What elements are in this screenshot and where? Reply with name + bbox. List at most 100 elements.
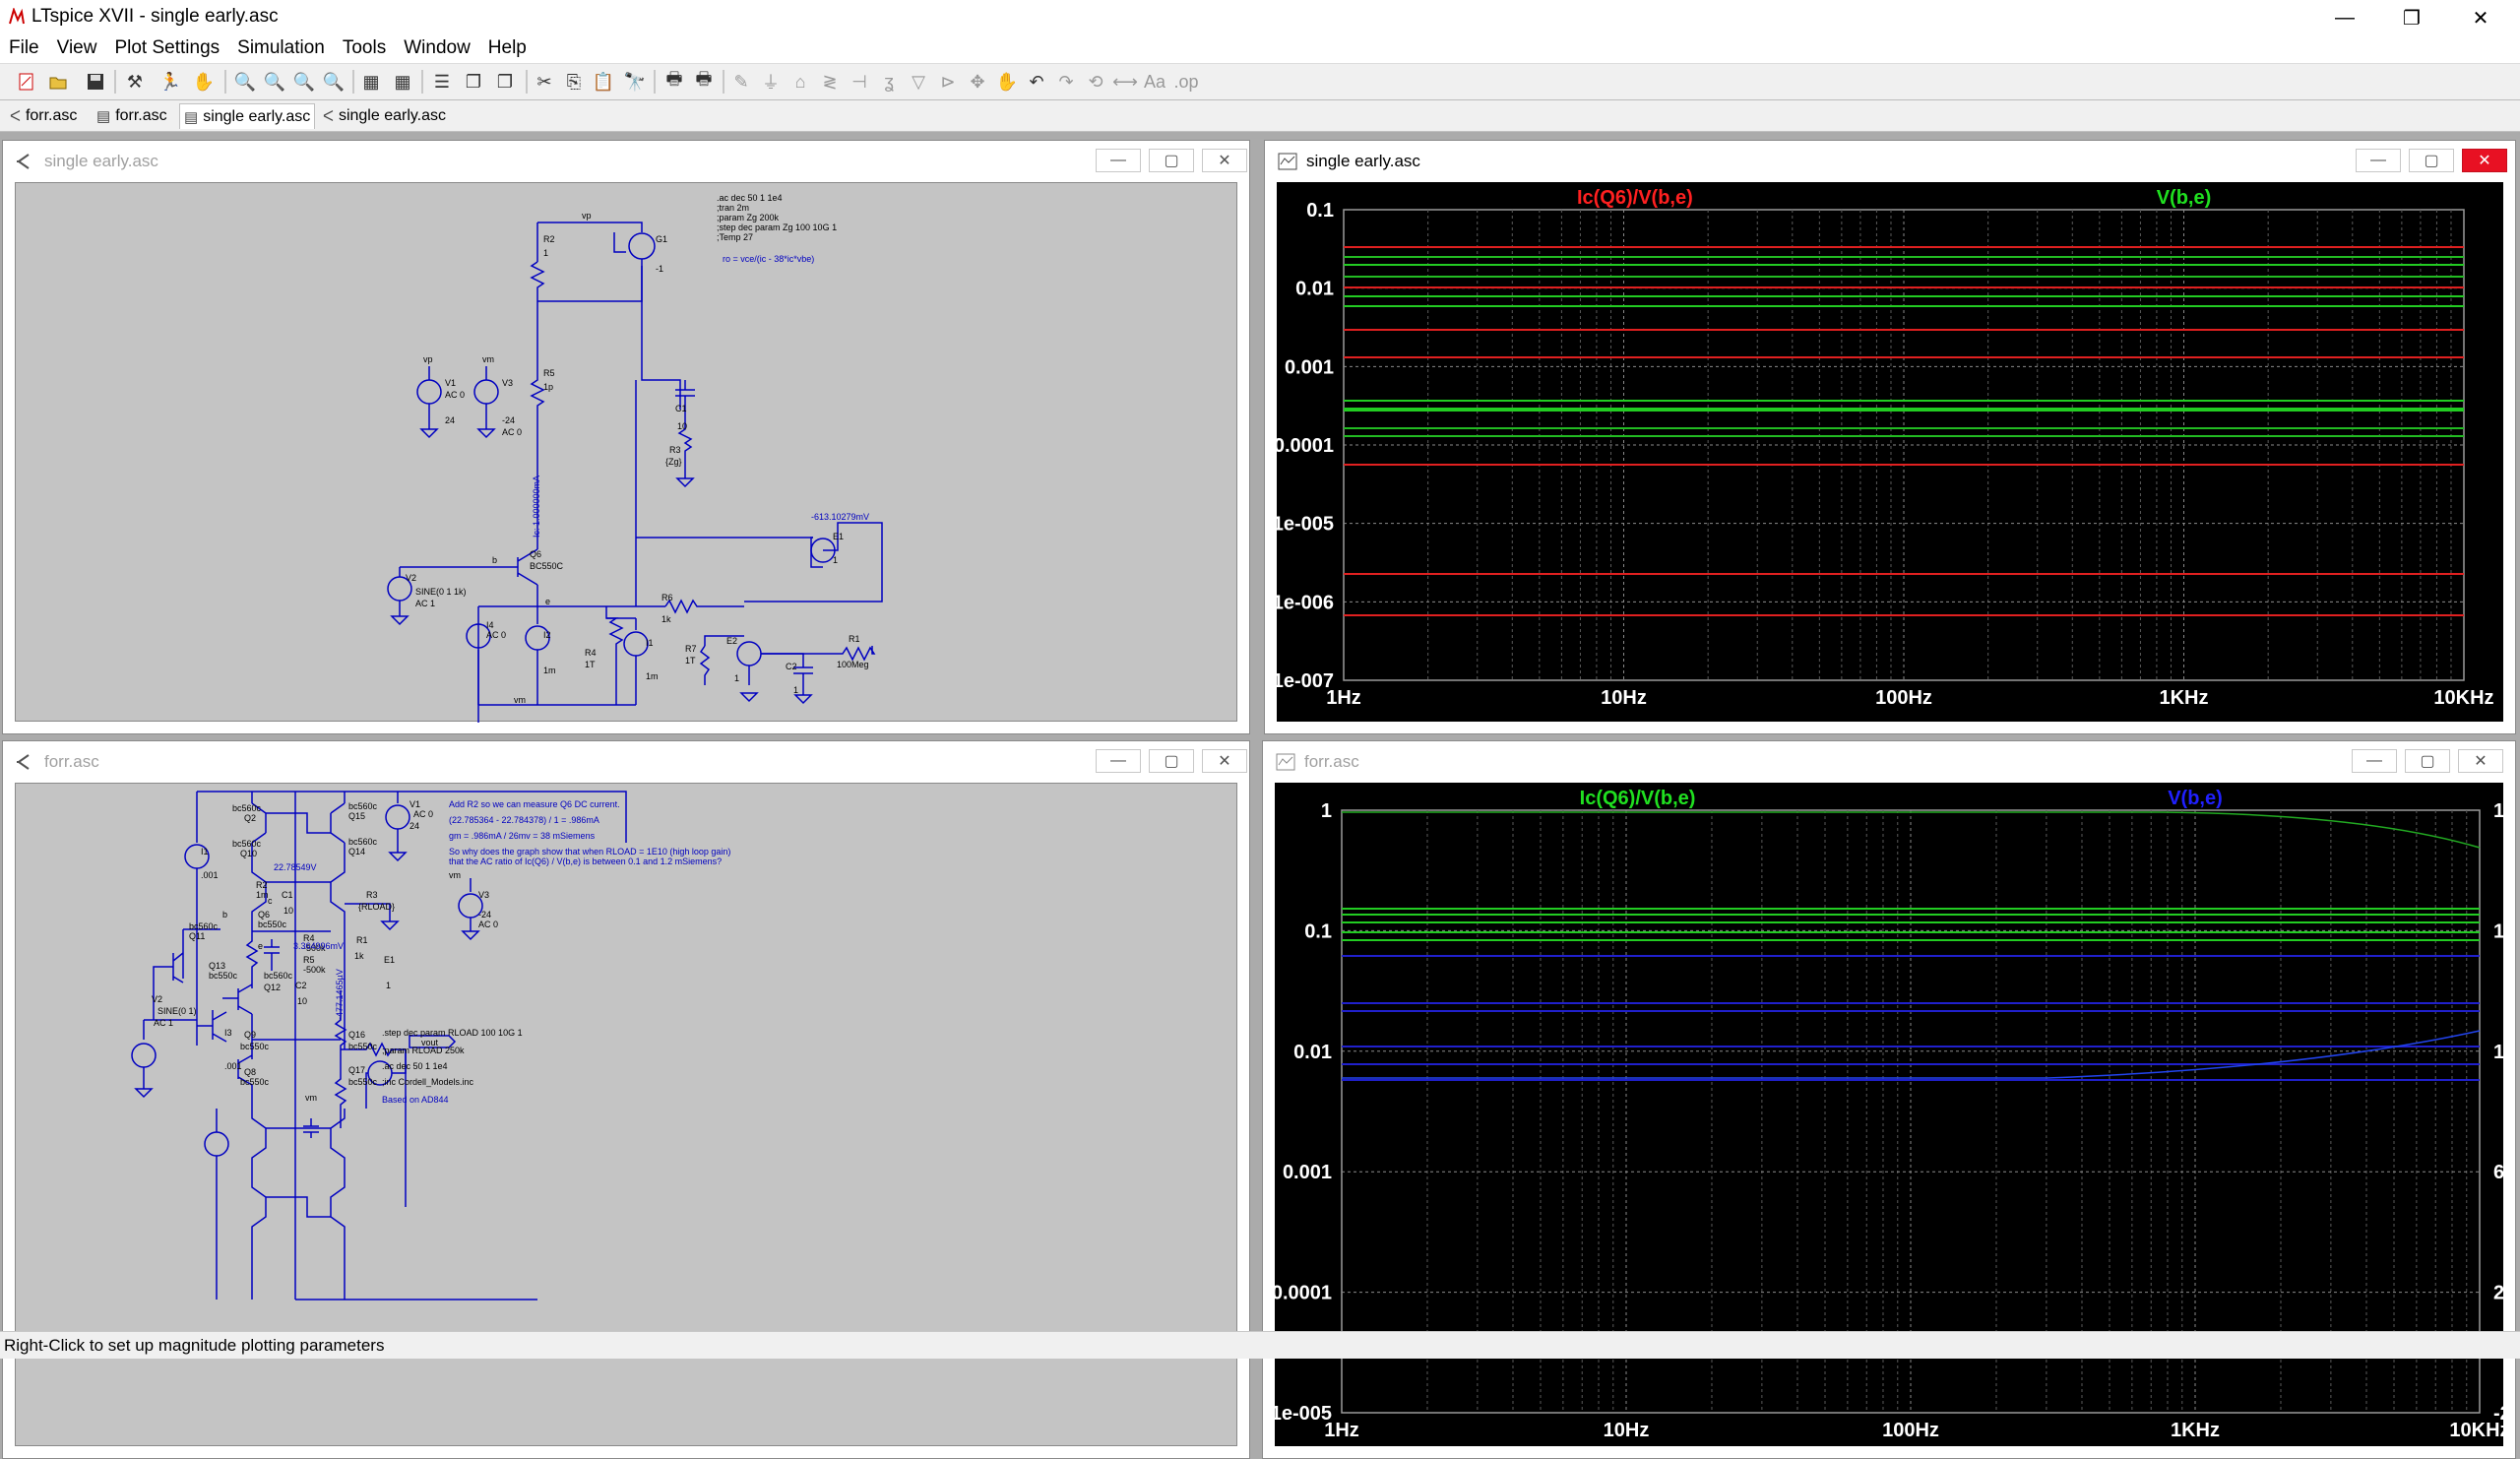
component-value: 1T — [685, 656, 696, 666]
component-value: 24 — [410, 821, 419, 831]
zoom-out-icon[interactable]: 🔍 — [291, 69, 317, 95]
window-maximize-button[interactable]: ▢ — [1149, 149, 1194, 172]
zoom-in-icon[interactable]: 🔍 — [232, 69, 258, 95]
window-close-button[interactable]: ✕ — [1202, 149, 1247, 172]
save-icon[interactable] — [83, 69, 108, 95]
menu-window[interactable]: Window — [395, 35, 479, 63]
schematic-drawing[interactable]: .ac dec 50 1 1e4 ;tran 2m ;param Zg 200k… — [16, 183, 1238, 774]
paste-icon[interactable]: 📋 — [591, 69, 616, 95]
minimize-button[interactable]: — — [2311, 0, 2378, 35]
component-ref: I2 — [543, 630, 551, 640]
expression-note: ro = vce/(ic - 38*ic*vbe) — [723, 254, 814, 264]
new-schematic-icon[interactable] — [14, 69, 39, 95]
window-maximize-button[interactable]: ▢ — [2405, 749, 2450, 773]
window-maximize-button[interactable]: ▢ — [1149, 749, 1194, 773]
component-ref: C2 — [295, 981, 307, 990]
window-minimize-button[interactable]: — — [2352, 749, 2397, 773]
window-minimize-button[interactable]: — — [2356, 149, 2401, 172]
wire-icon[interactable]: ✎ — [728, 69, 754, 95]
rotate-icon[interactable]: ⟲ — [1083, 69, 1108, 95]
menu-plot-settings[interactable]: Plot Settings — [105, 35, 228, 63]
trace-label-1[interactable]: Ic(Q6)/V(b,e) — [1580, 788, 1696, 809]
component-ref: Q16 — [348, 1030, 365, 1040]
tab-label: forr.asc — [115, 107, 167, 124]
title-bar: LTspice XVII - single early.asc — ❐ ✕ — [0, 0, 2520, 35]
text-icon[interactable]: Aa — [1142, 69, 1167, 95]
copy-icon[interactable]: ⎘ — [561, 69, 587, 95]
spice-directive-icon[interactable]: .op — [1173, 69, 1199, 95]
window-close-button[interactable]: ✕ — [1202, 749, 1247, 773]
component-ref: Q6 — [258, 910, 270, 920]
tile-horizontal-icon[interactable]: ☰ — [429, 69, 455, 95]
x-tick-label: 100Hz — [1875, 687, 1932, 709]
run-icon[interactable]: 🏃 — [158, 69, 183, 95]
window-maximize-button[interactable]: ▢ — [2409, 149, 2454, 172]
cut-icon[interactable]: ✂ — [532, 69, 557, 95]
window-titlebar[interactable]: forr.asc — ▢ ✕ — [3, 741, 1249, 783]
resistor-icon[interactable]: ≷ — [817, 69, 843, 95]
directive-line: ;param RLOAD 250k — [382, 1046, 465, 1055]
net-label: c — [268, 896, 273, 906]
window-close-button[interactable]: ✕ — [2458, 749, 2503, 773]
window-titlebar[interactable]: forr.asc — ▢ ✕ — [1263, 741, 2515, 783]
trace-label-2[interactable]: V(b,e) — [2168, 788, 2223, 809]
maximize-button[interactable]: ❐ — [2378, 0, 2445, 35]
halt-icon[interactable]: ✋ — [191, 69, 217, 95]
net-label: vm — [482, 354, 494, 364]
plot-pane[interactable]: 0.1 0.01 0.001 0.0001 1e-005 1e-006 1e-007 1Hz 1… — [1273, 182, 2505, 722]
menu-help[interactable]: Help — [479, 35, 536, 63]
component-value: bc550c — [258, 920, 287, 929]
x-tick-label: 10KHz — [2433, 687, 2493, 709]
mirror-icon[interactable]: ⟷ — [1112, 69, 1138, 95]
drag-icon[interactable]: ✋ — [994, 69, 1020, 95]
component-value: 10 — [677, 421, 687, 431]
redo-icon[interactable]: ↷ — [1053, 69, 1079, 95]
waveform-icon — [1276, 753, 1295, 771]
toolbar-separator — [421, 70, 423, 94]
tab-single-early-waveform[interactable]: ▤ single early.asc — [179, 103, 316, 129]
component-ref: I4 — [486, 620, 494, 630]
x-tick-label: 1KHz — [2171, 1420, 2220, 1441]
trace-label-2[interactable]: V(b,e) — [2157, 187, 2212, 209]
trace-label-1[interactable]: Ic(Q6)/V(b,e) — [1577, 187, 1693, 209]
y-tick-label: 0.1 — [1304, 920, 1332, 942]
window-close-button[interactable]: ✕ — [2462, 149, 2507, 172]
component-value: 1 — [543, 248, 548, 258]
open-folder-icon[interactable] — [45, 69, 71, 95]
window-titlebar[interactable]: single early.asc — ▢ ✕ — [1265, 141, 2515, 182]
component-value: 1 — [833, 555, 838, 565]
label-net-icon[interactable]: ⌂ — [788, 69, 813, 95]
capacitor-icon[interactable]: ⊣ — [847, 69, 872, 95]
menu-view[interactable]: View — [48, 35, 106, 63]
tab-forr-schematic[interactable]: ᐸ forr.asc — [6, 103, 81, 129]
print-icon[interactable]: 🖶 — [662, 69, 687, 95]
tab-forr-waveform[interactable]: ▤ forr.asc — [93, 103, 171, 129]
diode-icon[interactable]: ▽ — [906, 69, 931, 95]
find-icon[interactable]: 🔭 — [622, 69, 648, 95]
ground-icon[interactable]: ⏚ — [758, 69, 784, 95]
zoom-fit-icon[interactable]: 🔍 — [321, 69, 346, 95]
autorange-icon[interactable]: ▦ — [358, 69, 384, 95]
window-titlebar[interactable]: single early.asc — ▢ ✕ — [3, 141, 1249, 182]
close-button[interactable]: ✕ — [2447, 0, 2514, 35]
component-value: 100Meg — [837, 660, 869, 669]
window-minimize-button[interactable]: — — [1096, 149, 1141, 172]
grid-icon[interactable]: ▦ — [390, 69, 415, 95]
note-line: Add R2 so we can measure Q6 DC current. — [449, 799, 620, 809]
inductor-icon[interactable]: ʓ — [876, 69, 902, 95]
menu-file[interactable]: File — [0, 35, 48, 63]
cascade-icon[interactable]: ❐ — [461, 69, 486, 95]
plot-area[interactable]: 0.10.010.0010.00011e-0051e-0061e-0071Hz 1… — [1273, 182, 2505, 722]
window-minimize-button[interactable]: — — [1096, 749, 1141, 773]
tab-single-early-schematic[interactable]: ᐸ single early.asc — [319, 103, 450, 129]
menu-tools[interactable]: Tools — [334, 35, 395, 63]
pan-icon[interactable]: 🔍 — [262, 69, 287, 95]
component-icon[interactable]: ⊳ — [935, 69, 961, 95]
tile-vertical-icon[interactable]: ❐ — [492, 69, 518, 95]
undo-icon[interactable]: ↶ — [1024, 69, 1049, 95]
schematic-canvas[interactable]: .ac dec 50 1 1e4 ;tran 2m ;param Zg 200k… — [15, 182, 1238, 774]
print-preview-icon[interactable]: 🖶 — [691, 69, 717, 95]
control-panel-icon[interactable]: ⚒ — [122, 69, 148, 95]
move-icon[interactable]: ✥ — [965, 69, 990, 95]
menu-simulation[interactable]: Simulation — [228, 35, 334, 63]
